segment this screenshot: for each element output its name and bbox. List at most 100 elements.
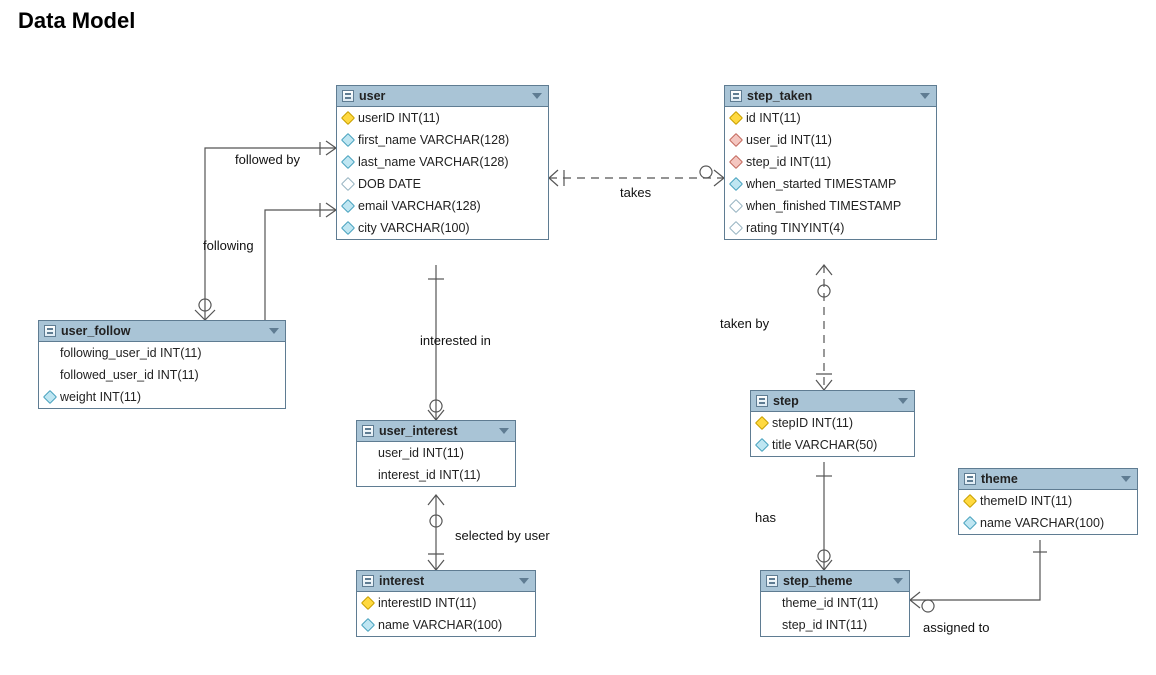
table-header-step-taken[interactable]: step_taken [725,86,936,107]
column: themeID INT(11) [959,490,1137,512]
column-text: interestID INT(11) [378,596,476,610]
table-columns: userID INT(11) first_name VARCHAR(128) las… [337,107,548,239]
column: step_id INT(11) [725,151,936,173]
table-header-user-follow[interactable]: user_follow [39,321,285,342]
key-icon [755,416,769,430]
table-step: step stepID INT(11) title VARCHAR(50) [750,390,915,457]
collapse-icon[interactable] [1121,476,1131,482]
column-text: userID INT(11) [358,111,440,125]
column: step_id INT(11) [761,614,909,636]
diamond-icon [341,133,355,147]
column-text: followed_user_id INT(11) [60,368,199,382]
collapse-icon[interactable] [532,93,542,99]
table-user-interest: user_interest user_id INT(11) interest_id… [356,420,516,487]
column: userID INT(11) [337,107,548,129]
table-icon [756,395,768,407]
diamond-icon [729,199,743,213]
table-header-user-interest[interactable]: user_interest [357,421,515,442]
column-text: following_user_id INT(11) [60,346,202,360]
column-text: user_id INT(11) [378,446,464,460]
collapse-icon[interactable] [898,398,908,404]
diamond-icon [729,221,743,235]
column-text: rating TINYINT(4) [746,221,844,235]
table-name: step_theme [783,574,852,588]
column: when_started TIMESTAMP [725,173,936,195]
collapse-icon[interactable] [920,93,930,99]
column: when_finished TIMESTAMP [725,195,936,217]
column: weight INT(11) [39,386,285,408]
table-header-user[interactable]: user [337,86,548,107]
rel-label-selected-by-user: selected by user [455,528,550,543]
column-text: theme_id INT(11) [782,596,878,610]
column: name VARCHAR(100) [357,614,535,636]
table-icon [730,90,742,102]
table-user-follow: user_follow following_user_id INT(11) fol… [38,320,286,409]
rel-label-followed-by: followed by [235,152,300,167]
table-theme: theme themeID INT(11) name VARCHAR(100) [958,468,1138,535]
diamond-icon [341,221,355,235]
column-text: name VARCHAR(100) [378,618,502,632]
table-header-step[interactable]: step [751,391,914,412]
table-step-theme: step_theme theme_id INT(11) step_id INT(1… [760,570,910,637]
table-columns: user_id INT(11) interest_id INT(11) [357,442,515,486]
column-text: interest_id INT(11) [378,468,481,482]
column: theme_id INT(11) [761,592,909,614]
column-text: weight INT(11) [60,390,141,404]
column-text: when_finished TIMESTAMP [746,199,901,213]
column: name VARCHAR(100) [959,512,1137,534]
column-text: city VARCHAR(100) [358,221,470,235]
table-columns: stepID INT(11) title VARCHAR(50) [751,412,914,456]
table-name: step [773,394,799,408]
column: following_user_id INT(11) [39,342,285,364]
table-name: theme [981,472,1018,486]
table-interest: interest interestID INT(11) name VARCHAR(… [356,570,536,637]
diamond-icon [729,155,743,169]
diamond-icon [963,516,977,530]
table-columns: interestID INT(11) name VARCHAR(100) [357,592,535,636]
table-header-interest[interactable]: interest [357,571,535,592]
table-name: user_interest [379,424,458,438]
column-text: first_name VARCHAR(128) [358,133,509,147]
table-icon [964,473,976,485]
column-text: id INT(11) [746,111,801,125]
table-header-theme[interactable]: theme [959,469,1137,490]
table-step-taken: step_taken id INT(11) user_id INT(11) step… [724,85,937,240]
table-header-step-theme[interactable]: step_theme [761,571,909,592]
key-icon [729,111,743,125]
collapse-icon[interactable] [519,578,529,584]
diamond-icon [729,177,743,191]
column: DOB DATE [337,173,548,195]
column-text: stepID INT(11) [772,416,853,430]
table-icon [362,425,374,437]
page-title: Data Model [18,8,135,34]
rel-label-taken-by: taken by [720,316,769,331]
diamond-icon [729,133,743,147]
column: first_name VARCHAR(128) [337,129,548,151]
diamond-icon [341,199,355,213]
table-icon [342,90,354,102]
diamond-icon [755,438,769,452]
column-text: name VARCHAR(100) [980,516,1104,530]
diamond-icon [341,155,355,169]
column: rating TINYINT(4) [725,217,936,239]
collapse-icon[interactable] [893,578,903,584]
column-text: step_id INT(11) [782,618,867,632]
table-name: step_taken [747,89,812,103]
collapse-icon[interactable] [499,428,509,434]
table-icon [44,325,56,337]
rel-label-interested-in: interested in [420,333,491,348]
table-name: user [359,89,385,103]
rel-label-takes: takes [620,185,651,200]
column: interest_id INT(11) [357,464,515,486]
column-text: user_id INT(11) [746,133,832,147]
key-icon [361,596,375,610]
column: interestID INT(11) [357,592,535,614]
table-name: user_follow [61,324,130,338]
key-icon [963,494,977,508]
column: user_id INT(11) [357,442,515,464]
column: title VARCHAR(50) [751,434,914,456]
column-text: title VARCHAR(50) [772,438,877,452]
column-text: last_name VARCHAR(128) [358,155,509,169]
collapse-icon[interactable] [269,328,279,334]
rel-label-following: following [203,238,254,253]
